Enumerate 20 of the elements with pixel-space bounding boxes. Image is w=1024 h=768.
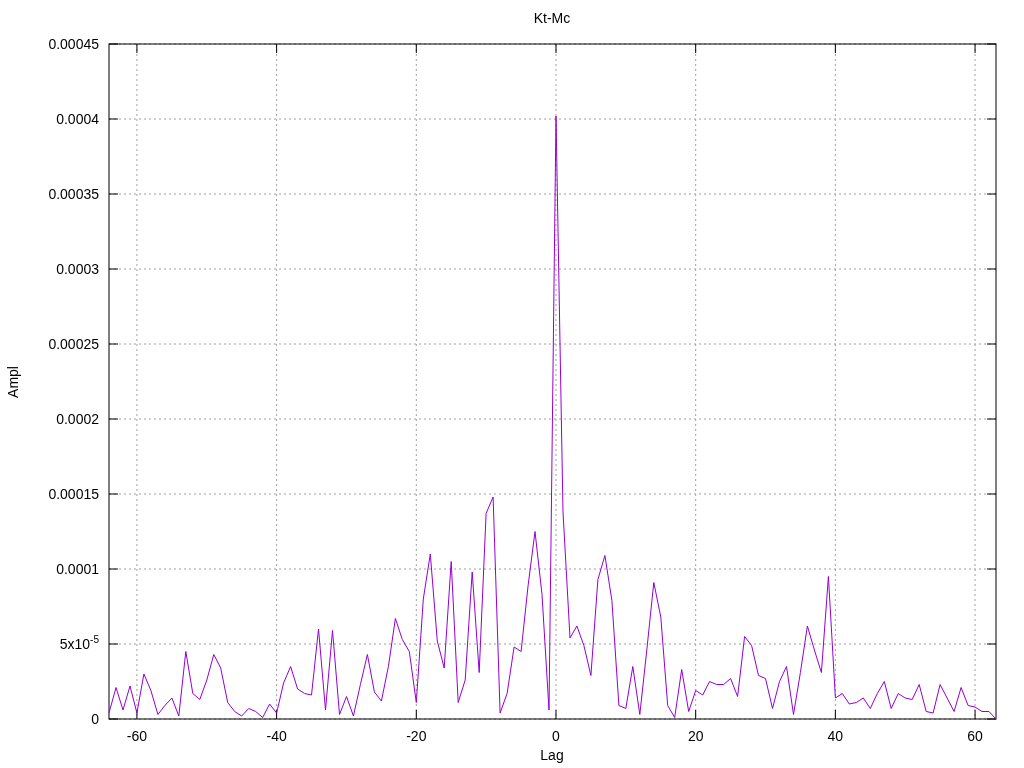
axis-tick-label: 0.00045 [48,35,99,53]
axis-tick-label: 0.00025 [48,335,99,353]
chart-title: Kt-Mc [533,10,571,26]
axis-tick-label: 20 [687,728,704,744]
axis-label: Ampl [5,366,21,398]
axis-tick-label: 5x10$^{-5}$ [59,635,99,653]
axis-tick-label: 40 [827,728,844,744]
axis-label: Lag [540,747,564,763]
axis-tick-label: 0.00035 [48,185,99,203]
axis-tick-label: 60 [967,728,983,744]
axis-tick-label: 0.0002 [56,410,99,428]
axis-tick-label: 0.00015 [48,485,99,503]
axis-tick-label: 0.0004 [56,110,99,128]
axis-tick-label: -40 [266,728,287,744]
axis-tick-label: -60 [126,728,148,744]
axis-tick-label: -20 [406,728,427,744]
axis-tick-label: 0.0003 [56,260,99,278]
axis-tick-label: 0 [552,728,560,744]
axis-tick-label: 0 [91,710,99,728]
axis-tick-label: 0.0001 [56,560,99,578]
